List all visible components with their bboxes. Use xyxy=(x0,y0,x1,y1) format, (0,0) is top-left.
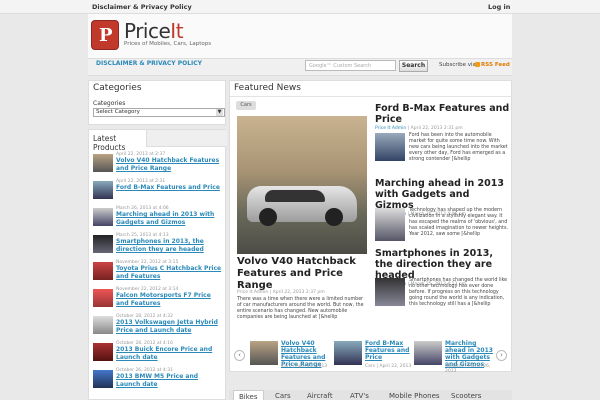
post-thumbnail[interactable] xyxy=(375,208,405,241)
post-meta: Price It Admin | April 22, 2013 2:31 pm xyxy=(375,126,463,131)
subscribe-label: Subscribe via xyxy=(439,62,476,68)
thumbnail xyxy=(93,154,113,172)
category-chip[interactable]: Cars xyxy=(236,101,256,110)
rss-icon xyxy=(475,62,480,67)
post-excerpt: Smartphones has changed the world like n… xyxy=(409,278,508,307)
search-input[interactable]: Google™ Custom Search xyxy=(305,60,396,71)
featured-title: Featured News xyxy=(230,81,511,97)
chevron-right-icon[interactable]: › xyxy=(496,350,507,361)
carousel-item[interactable]: Volvo V40 Hatchback Features and Price R… xyxy=(250,340,330,372)
hero-excerpt: There was a time when there were a limit… xyxy=(237,297,364,320)
thumbnail xyxy=(93,370,113,388)
wheel-shape xyxy=(259,208,277,226)
nav-item-disclaimer[interactable]: DISCLAIMER & PRIVACY POLICY xyxy=(96,60,202,67)
rss-feed-link[interactable]: RSS Feed xyxy=(475,62,510,68)
latest-products-widget: Latest Products April 22, 2013 at 2:37 Vo… xyxy=(88,129,227,400)
tab-atvs[interactable]: ATV's xyxy=(350,392,369,400)
list-item[interactable]: October 26, 2012 at 4:31 2013 BMW M5 Pric… xyxy=(93,368,223,393)
post-excerpt: Ford has been into the automobile market… xyxy=(409,133,508,162)
tab-mobile-phones[interactable]: Mobile Phones xyxy=(389,392,440,400)
hero-title[interactable]: Volvo V40 Hatchback Features and Price R… xyxy=(237,256,367,292)
hero-image[interactable] xyxy=(237,116,367,254)
thumbnail xyxy=(93,208,113,226)
chevron-down-icon: ▼ xyxy=(216,109,223,116)
thumbnail xyxy=(93,289,113,307)
thumbnail xyxy=(414,341,442,365)
wheel-shape xyxy=(325,208,343,226)
tab-latest-products[interactable]: Latest Products xyxy=(89,130,147,152)
carousel-item[interactable]: Ford B-Max Features and Price Cars | Apri… xyxy=(334,340,414,372)
logo-icon[interactable]: P xyxy=(91,20,119,50)
tab-scooters[interactable]: Scooters xyxy=(451,392,481,400)
search-button[interactable]: Search xyxy=(399,60,428,72)
side-post: Ford B-Max Features and Price Price It A… xyxy=(375,103,510,162)
post-thumbnail[interactable] xyxy=(375,278,405,306)
thumbnail xyxy=(93,235,113,253)
category-tabs: Bikes Cars Aircraft ATV's Mobile Phones … xyxy=(229,390,512,400)
nav-bar: DISCLAIMER & PRIVACY POLICY Google™ Cust… xyxy=(88,58,512,76)
site-header: P PriceIt Prices of Mobiles, Cars, Lapto… xyxy=(88,14,512,58)
disclaimer-link[interactable]: Disclaimer & Privacy Policy xyxy=(92,3,192,11)
list-item[interactable]: October 28, 2012 at 4:16 2013 Buick Encor… xyxy=(93,341,223,366)
page-background xyxy=(512,14,600,400)
post-excerpt: Technology has shaped up the modern civi… xyxy=(409,208,508,237)
post-title[interactable]: Marching ahead in 2013 with Gadgets and … xyxy=(375,178,510,211)
site-tagline: Prices of Mobiles, Cars, Laptops xyxy=(124,41,212,47)
list-item[interactable]: March 26, 2013 at 4:06 Marching ahead in … xyxy=(93,206,223,231)
side-post: Marching ahead in 2013 with Gadgets and … xyxy=(375,178,510,241)
thumbnail xyxy=(93,343,113,361)
post-thumbnail[interactable] xyxy=(375,133,405,161)
tab-bar xyxy=(147,130,227,147)
list-item[interactable]: November 22, 2012 at 3:14 Falcon Motorspo… xyxy=(93,287,223,312)
list-item[interactable]: April 22, 2013 at 2:31 Ford B-Max Feature… xyxy=(93,179,223,204)
thumbnail xyxy=(334,341,362,365)
side-post: Smartphones in 2013, the direction they … xyxy=(375,248,510,307)
categories-title: Categories xyxy=(93,83,142,93)
list-item[interactable]: October 28, 2012 at 4:32 2013 Volkswagen … xyxy=(93,314,223,339)
login-link[interactable]: Log in xyxy=(488,3,510,11)
chevron-left-icon[interactable]: ‹ xyxy=(234,350,245,361)
featured-carousel: ‹ Volvo V40 Hatchback Features and Price… xyxy=(232,340,510,374)
thumbnail xyxy=(93,316,113,334)
tab-aircraft[interactable]: Aircraft xyxy=(307,392,333,400)
carousel-item[interactable]: Marching ahead in 2013 with Gadgets and … xyxy=(414,340,494,374)
hero-meta: Price It Admin | April 22, 2013 2:37 pm xyxy=(237,290,325,295)
thumbnail xyxy=(250,341,278,365)
list-item[interactable]: November 22, 2012 at 3:15 Toyota Prius C … xyxy=(93,260,223,285)
list-item[interactable]: March 25, 2013 at 4:13 Smartphones in 201… xyxy=(93,233,223,258)
thumbnail xyxy=(93,181,113,199)
top-bar: Disclaimer & Privacy Policy Log in xyxy=(0,0,600,14)
list-item[interactable]: April 22, 2013 at 2:37 Volvo V40 Hatchbac… xyxy=(93,152,223,177)
site-brand[interactable]: PriceIt xyxy=(124,19,184,43)
post-title[interactable]: Smartphones in 2013, the direction they … xyxy=(375,248,510,281)
categories-label: Categories xyxy=(93,100,126,107)
thumbnail xyxy=(93,262,113,280)
post-title[interactable]: Ford B-Max Features and Price xyxy=(375,103,510,125)
category-select[interactable]: Select Category ▼ xyxy=(93,108,225,117)
categories-widget: Categories Categories Select Category ▼ xyxy=(88,80,226,125)
tab-cars[interactable]: Cars xyxy=(275,392,291,400)
tab-bikes[interactable]: Bikes xyxy=(233,390,264,400)
